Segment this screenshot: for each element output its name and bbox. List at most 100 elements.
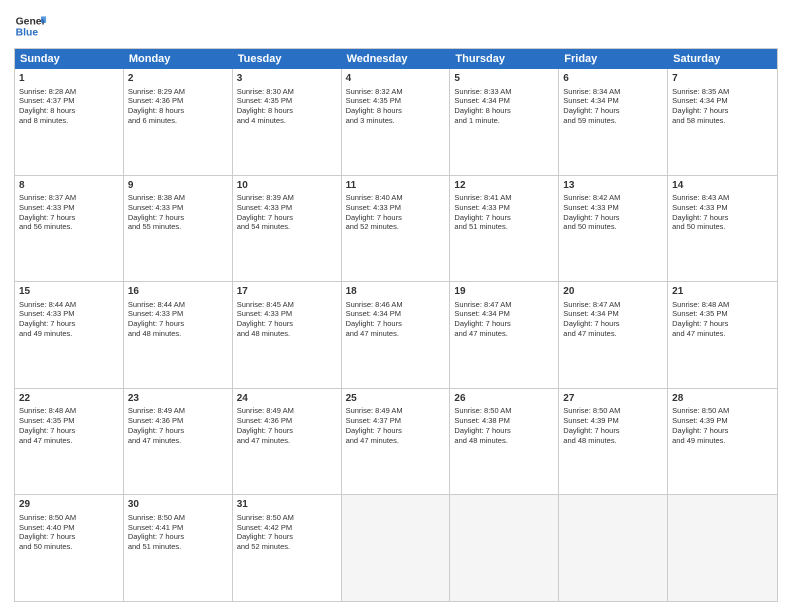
day-info: Sunrise: 8:35 AM Sunset: 4:34 PM Dayligh… <box>672 87 773 126</box>
day-number: 25 <box>346 392 446 406</box>
calendar-cell: 24Sunrise: 8:49 AM Sunset: 4:36 PM Dayli… <box>233 389 342 495</box>
day-number: 18 <box>346 285 446 299</box>
day-info: Sunrise: 8:47 AM Sunset: 4:34 PM Dayligh… <box>454 300 554 339</box>
calendar-cell: 3Sunrise: 8:30 AM Sunset: 4:35 PM Daylig… <box>233 69 342 175</box>
calendar-cell: 30Sunrise: 8:50 AM Sunset: 4:41 PM Dayli… <box>124 495 233 601</box>
day-info: Sunrise: 8:49 AM Sunset: 4:37 PM Dayligh… <box>346 406 446 445</box>
day-number: 13 <box>563 179 663 193</box>
calendar-row: 22Sunrise: 8:48 AM Sunset: 4:35 PM Dayli… <box>15 389 777 496</box>
day-number: 24 <box>237 392 337 406</box>
calendar-header-cell: Tuesday <box>233 49 342 69</box>
logo: General Blue <box>14 10 46 42</box>
day-info: Sunrise: 8:41 AM Sunset: 4:33 PM Dayligh… <box>454 193 554 232</box>
day-info: Sunrise: 8:40 AM Sunset: 4:33 PM Dayligh… <box>346 193 446 232</box>
day-info: Sunrise: 8:44 AM Sunset: 4:33 PM Dayligh… <box>19 300 119 339</box>
calendar-cell: 4Sunrise: 8:32 AM Sunset: 4:35 PM Daylig… <box>342 69 451 175</box>
day-info: Sunrise: 8:47 AM Sunset: 4:34 PM Dayligh… <box>563 300 663 339</box>
day-number: 20 <box>563 285 663 299</box>
calendar-cell: 15Sunrise: 8:44 AM Sunset: 4:33 PM Dayli… <box>15 282 124 388</box>
calendar-header-cell: Monday <box>124 49 233 69</box>
day-info: Sunrise: 8:39 AM Sunset: 4:33 PM Dayligh… <box>237 193 337 232</box>
day-info: Sunrise: 8:48 AM Sunset: 4:35 PM Dayligh… <box>672 300 773 339</box>
day-number: 6 <box>563 72 663 86</box>
day-info: Sunrise: 8:50 AM Sunset: 4:38 PM Dayligh… <box>454 406 554 445</box>
calendar-cell: 5Sunrise: 8:33 AM Sunset: 4:34 PM Daylig… <box>450 69 559 175</box>
day-number: 30 <box>128 498 228 512</box>
calendar-cell: 28Sunrise: 8:50 AM Sunset: 4:39 PM Dayli… <box>668 389 777 495</box>
day-number: 31 <box>237 498 337 512</box>
calendar-cell: 27Sunrise: 8:50 AM Sunset: 4:39 PM Dayli… <box>559 389 668 495</box>
day-info: Sunrise: 8:28 AM Sunset: 4:37 PM Dayligh… <box>19 87 119 126</box>
day-info: Sunrise: 8:50 AM Sunset: 4:41 PM Dayligh… <box>128 513 228 552</box>
calendar-row: 1Sunrise: 8:28 AM Sunset: 4:37 PM Daylig… <box>15 69 777 176</box>
calendar-cell: 18Sunrise: 8:46 AM Sunset: 4:34 PM Dayli… <box>342 282 451 388</box>
calendar-cell: 25Sunrise: 8:49 AM Sunset: 4:37 PM Dayli… <box>342 389 451 495</box>
header: General Blue <box>14 10 778 42</box>
day-info: Sunrise: 8:46 AM Sunset: 4:34 PM Dayligh… <box>346 300 446 339</box>
calendar-cell <box>668 495 777 601</box>
day-info: Sunrise: 8:50 AM Sunset: 4:39 PM Dayligh… <box>563 406 663 445</box>
day-number: 22 <box>19 392 119 406</box>
day-info: Sunrise: 8:37 AM Sunset: 4:33 PM Dayligh… <box>19 193 119 232</box>
calendar-cell: 16Sunrise: 8:44 AM Sunset: 4:33 PM Dayli… <box>124 282 233 388</box>
calendar-row: 8Sunrise: 8:37 AM Sunset: 4:33 PM Daylig… <box>15 176 777 283</box>
day-number: 16 <box>128 285 228 299</box>
svg-text:Blue: Blue <box>16 28 39 39</box>
day-info: Sunrise: 8:42 AM Sunset: 4:33 PM Dayligh… <box>563 193 663 232</box>
calendar-cell: 2Sunrise: 8:29 AM Sunset: 4:36 PM Daylig… <box>124 69 233 175</box>
calendar-cell <box>559 495 668 601</box>
day-number: 28 <box>672 392 773 406</box>
page: General Blue SundayMondayTuesdayWednesda… <box>0 0 792 612</box>
calendar-cell: 7Sunrise: 8:35 AM Sunset: 4:34 PM Daylig… <box>668 69 777 175</box>
calendar-cell: 31Sunrise: 8:50 AM Sunset: 4:42 PM Dayli… <box>233 495 342 601</box>
day-number: 10 <box>237 179 337 193</box>
day-info: Sunrise: 8:29 AM Sunset: 4:36 PM Dayligh… <box>128 87 228 126</box>
calendar-header-cell: Sunday <box>15 49 124 69</box>
day-number: 29 <box>19 498 119 512</box>
calendar-cell: 6Sunrise: 8:34 AM Sunset: 4:34 PM Daylig… <box>559 69 668 175</box>
calendar-row: 29Sunrise: 8:50 AM Sunset: 4:40 PM Dayli… <box>15 495 777 601</box>
day-number: 19 <box>454 285 554 299</box>
day-info: Sunrise: 8:49 AM Sunset: 4:36 PM Dayligh… <box>128 406 228 445</box>
calendar-header-cell: Saturday <box>668 49 777 69</box>
day-info: Sunrise: 8:43 AM Sunset: 4:33 PM Dayligh… <box>672 193 773 232</box>
day-number: 27 <box>563 392 663 406</box>
day-number: 2 <box>128 72 228 86</box>
calendar-body: 1Sunrise: 8:28 AM Sunset: 4:37 PM Daylig… <box>15 69 777 601</box>
day-info: Sunrise: 8:45 AM Sunset: 4:33 PM Dayligh… <box>237 300 337 339</box>
calendar-header-cell: Thursday <box>450 49 559 69</box>
day-number: 4 <box>346 72 446 86</box>
day-info: Sunrise: 8:38 AM Sunset: 4:33 PM Dayligh… <box>128 193 228 232</box>
calendar-cell: 11Sunrise: 8:40 AM Sunset: 4:33 PM Dayli… <box>342 176 451 282</box>
day-info: Sunrise: 8:32 AM Sunset: 4:35 PM Dayligh… <box>346 87 446 126</box>
calendar-cell: 23Sunrise: 8:49 AM Sunset: 4:36 PM Dayli… <box>124 389 233 495</box>
day-number: 11 <box>346 179 446 193</box>
day-number: 23 <box>128 392 228 406</box>
day-number: 9 <box>128 179 228 193</box>
calendar-cell: 17Sunrise: 8:45 AM Sunset: 4:33 PM Dayli… <box>233 282 342 388</box>
day-info: Sunrise: 8:33 AM Sunset: 4:34 PM Dayligh… <box>454 87 554 126</box>
day-number: 8 <box>19 179 119 193</box>
calendar-cell: 12Sunrise: 8:41 AM Sunset: 4:33 PM Dayli… <box>450 176 559 282</box>
day-info: Sunrise: 8:49 AM Sunset: 4:36 PM Dayligh… <box>237 406 337 445</box>
day-info: Sunrise: 8:50 AM Sunset: 4:42 PM Dayligh… <box>237 513 337 552</box>
day-number: 14 <box>672 179 773 193</box>
day-info: Sunrise: 8:30 AM Sunset: 4:35 PM Dayligh… <box>237 87 337 126</box>
day-info: Sunrise: 8:50 AM Sunset: 4:40 PM Dayligh… <box>19 513 119 552</box>
day-info: Sunrise: 8:44 AM Sunset: 4:33 PM Dayligh… <box>128 300 228 339</box>
logo-icon: General Blue <box>14 10 46 42</box>
day-info: Sunrise: 8:48 AM Sunset: 4:35 PM Dayligh… <box>19 406 119 445</box>
calendar-cell: 14Sunrise: 8:43 AM Sunset: 4:33 PM Dayli… <box>668 176 777 282</box>
calendar-header: SundayMondayTuesdayWednesdayThursdayFrid… <box>15 49 777 69</box>
calendar-cell: 1Sunrise: 8:28 AM Sunset: 4:37 PM Daylig… <box>15 69 124 175</box>
calendar-row: 15Sunrise: 8:44 AM Sunset: 4:33 PM Dayli… <box>15 282 777 389</box>
calendar: SundayMondayTuesdayWednesdayThursdayFrid… <box>14 48 778 602</box>
calendar-cell <box>342 495 451 601</box>
calendar-header-cell: Friday <box>559 49 668 69</box>
day-info: Sunrise: 8:50 AM Sunset: 4:39 PM Dayligh… <box>672 406 773 445</box>
calendar-cell: 19Sunrise: 8:47 AM Sunset: 4:34 PM Dayli… <box>450 282 559 388</box>
calendar-header-cell: Wednesday <box>342 49 451 69</box>
day-number: 7 <box>672 72 773 86</box>
calendar-cell <box>450 495 559 601</box>
day-info: Sunrise: 8:34 AM Sunset: 4:34 PM Dayligh… <box>563 87 663 126</box>
